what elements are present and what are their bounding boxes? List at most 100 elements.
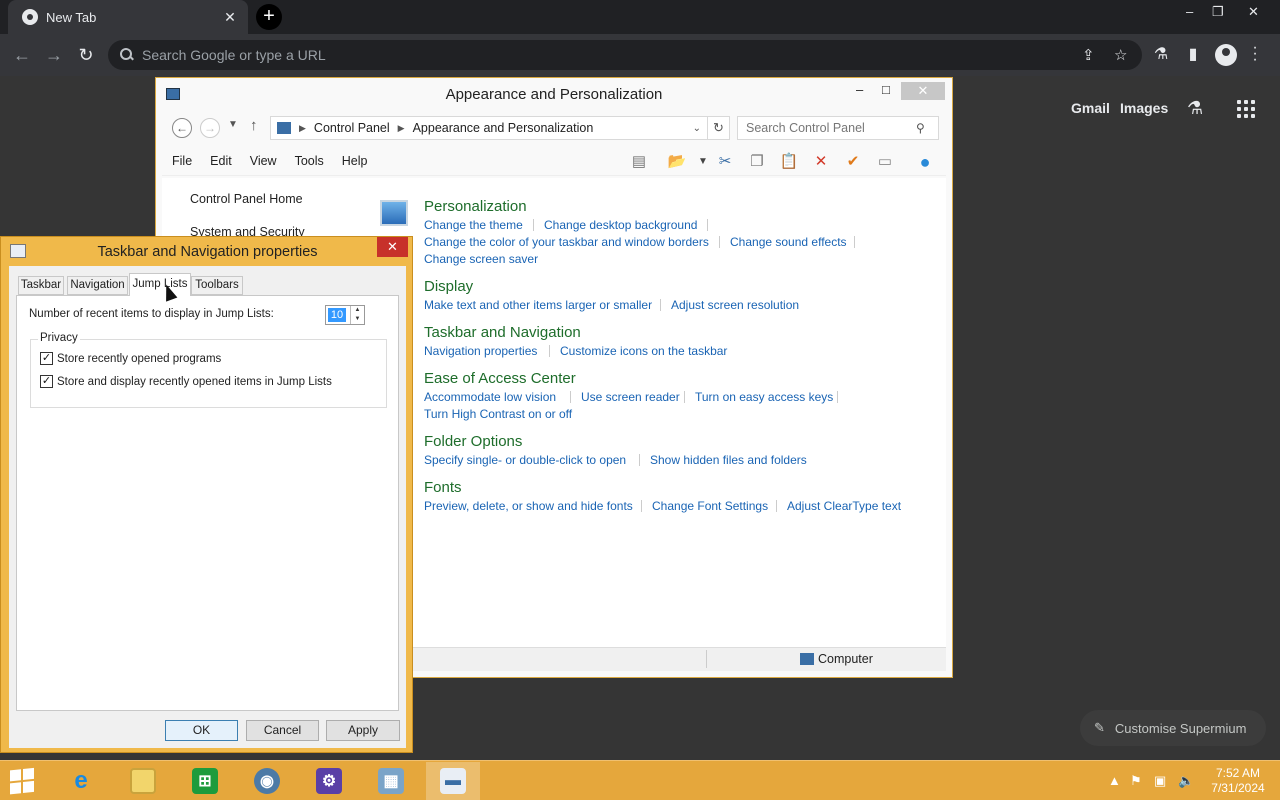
start-button-icon[interactable] [10,767,36,795]
layout-pane-icon[interactable]: ▤ [628,152,650,172]
browser-icon[interactable]: ◉ [240,762,294,800]
link-screen-resolution[interactable]: Adjust screen resolution [671,298,799,312]
menu-file[interactable]: File [162,154,201,168]
category-folder-options[interactable]: Folder Options [424,433,522,450]
volume-muted-icon[interactable]: 🔈 [1178,773,1194,789]
window-close-icon[interactable]: ✕ [1248,4,1259,20]
new-tab-button[interactable]: + [256,4,282,30]
cp-maximize-icon[interactable]: □ [882,82,890,100]
link-hidden-files[interactable]: Show hidden files and folders [650,453,807,467]
checkbox-store-programs[interactable]: ✓ Store recently opened programs [40,352,221,365]
chevron-down-icon[interactable]: ⌄ [693,123,701,134]
breadcrumb-control-panel[interactable]: Control Panel [314,121,390,135]
ok-button[interactable]: OK [165,720,238,741]
link-cleartype[interactable]: Adjust ClearType text [787,499,901,513]
link-font-settings[interactable]: Change Font Settings [652,499,768,513]
link-change-theme[interactable]: Change the theme [424,218,523,232]
link-screen-saver[interactable]: Change screen saver [424,252,538,266]
menu-view[interactable]: View [241,154,286,168]
internet-explorer-icon[interactable]: e [54,762,108,800]
link-click-to-open[interactable]: Specify single- or double-click to open [424,453,626,467]
tab-toolbars[interactable]: Toolbars [191,276,243,295]
paste-icon[interactable]: 📋 [778,152,800,172]
cp-up-icon[interactable]: ↑ [250,117,258,134]
tab-navigation[interactable]: Navigation [67,276,128,295]
labs-icon[interactable]: ⚗ [1187,98,1207,118]
network-icon[interactable]: ▣ [1154,773,1166,789]
link-desktop-background[interactable]: Change desktop background [544,218,697,232]
refresh-icon[interactable]: ↻ [708,116,730,140]
link-text-size[interactable]: Make text and other items larger or smal… [424,298,652,312]
side-panel-icon[interactable]: ▮ [1182,44,1204,64]
link-screen-reader[interactable]: Use screen reader [581,390,680,404]
file-explorer-icon[interactable] [116,762,170,800]
menu-help[interactable]: Help [333,154,377,168]
settings-icon[interactable]: ⚙ [302,762,356,800]
tab-jump-lists[interactable]: Jump Lists [129,273,191,296]
share-icon[interactable]: ⇪ [1082,46,1095,64]
category-personalization[interactable]: Personalization [424,198,527,215]
link-customize-icons[interactable]: Customize icons on the taskbar [560,344,727,358]
tab-taskbar[interactable]: Taskbar [18,276,64,295]
link-taskbar-color[interactable]: Change the color of your taskbar and win… [424,235,709,249]
control-panel-titlebar[interactable]: Appearance and Personalization – □ ✕ [156,78,952,108]
link-easy-access-keys[interactable]: Turn on easy access keys [695,390,833,404]
back-icon[interactable]: ← [9,42,35,68]
labs-flask-icon[interactable]: ⚗ [1150,44,1172,64]
google-apps-icon[interactable] [1237,100,1255,118]
cp-minimize-icon[interactable]: – [856,82,863,100]
cancel-button[interactable]: Cancel [246,720,319,741]
globe-icon[interactable]: ● [914,152,936,172]
store-icon[interactable]: ⊞ [178,762,232,800]
recent-items-value[interactable]: 10 [328,308,346,322]
browser-menu-icon[interactable]: · · · [1250,40,1260,68]
omnibox-input[interactable] [142,47,1022,63]
cp-recent-dropdown-icon[interactable]: ▼ [228,119,238,130]
folder-icon[interactable]: 📂 [666,152,688,172]
reload-icon[interactable]: ↻ [73,42,99,68]
customise-button[interactable]: ✎ Customise Supermium [1080,710,1266,746]
category-taskbar-navigation[interactable]: Taskbar and Navigation [424,324,581,341]
cp-close-icon[interactable]: ✕ [901,82,945,100]
checkbox-checked-icon[interactable]: ✓ [40,375,53,388]
images-link[interactable]: Images [1120,100,1168,116]
dropdown-icon[interactable]: ▼ [692,152,714,172]
cp-search-box[interactable]: ⚲ [737,116,939,140]
category-ease-of-access[interactable]: Ease of Access Center [424,370,576,387]
cp-forward-icon[interactable]: → [200,118,220,138]
sidebar-control-panel-home[interactable]: Control Panel Home [190,192,303,206]
control-panel-icon[interactable]: ▦ [364,762,418,800]
link-low-vision[interactable]: Accommodate low vision [424,390,556,404]
delete-icon[interactable]: ✕ [810,152,832,172]
check-icon[interactable]: ✔ [842,152,864,172]
cp-back-icon[interactable]: ← [172,118,192,138]
forward-icon[interactable]: → [41,42,67,68]
breadcrumb[interactable]: ▶ Control Panel ▶ Appearance and Persona… [270,116,708,140]
tray-expand-icon[interactable]: ▲ [1108,773,1121,788]
menu-edit[interactable]: Edit [201,154,241,168]
spinner-arrows-icon[interactable]: ▲ ▼ [350,306,364,324]
category-fonts[interactable]: Fonts [424,479,462,496]
rename-icon[interactable]: ▭ [874,152,896,172]
recent-items-spinner[interactable]: 10 ▲ ▼ [325,305,365,325]
link-sound-effects[interactable]: Change sound effects [730,235,847,249]
cp-search-input[interactable] [746,121,916,135]
cut-icon[interactable]: ✂ [714,152,736,172]
checkbox-checked-icon[interactable]: ✓ [40,352,53,365]
bookmark-star-icon[interactable]: ☆ [1114,46,1127,64]
minimize-icon[interactable]: – [1186,4,1193,19]
link-navigation-properties[interactable]: Navigation properties [424,344,537,358]
tab-new-tab[interactable]: New Tab ✕ [8,0,248,34]
action-center-flag-icon[interactable]: ⚑ [1130,773,1142,789]
profile-avatar-icon[interactable] [1215,44,1237,66]
apply-button[interactable]: Apply [326,720,400,741]
category-display[interactable]: Display [424,278,473,295]
link-preview-fonts[interactable]: Preview, delete, or show and hide fonts [424,499,633,513]
copy-icon[interactable]: ❐ [746,152,768,172]
checkbox-store-items[interactable]: ✓ Store and display recently opened item… [40,375,332,388]
breadcrumb-appearance[interactable]: Appearance and Personalization [413,121,594,135]
taskbar-properties-icon[interactable]: ▬ [426,762,480,800]
omnibox[interactable]: ⇪ ☆ [108,40,1142,70]
menu-tools[interactable]: Tools [286,154,333,168]
link-high-contrast[interactable]: Turn High Contrast on or off [424,407,572,421]
